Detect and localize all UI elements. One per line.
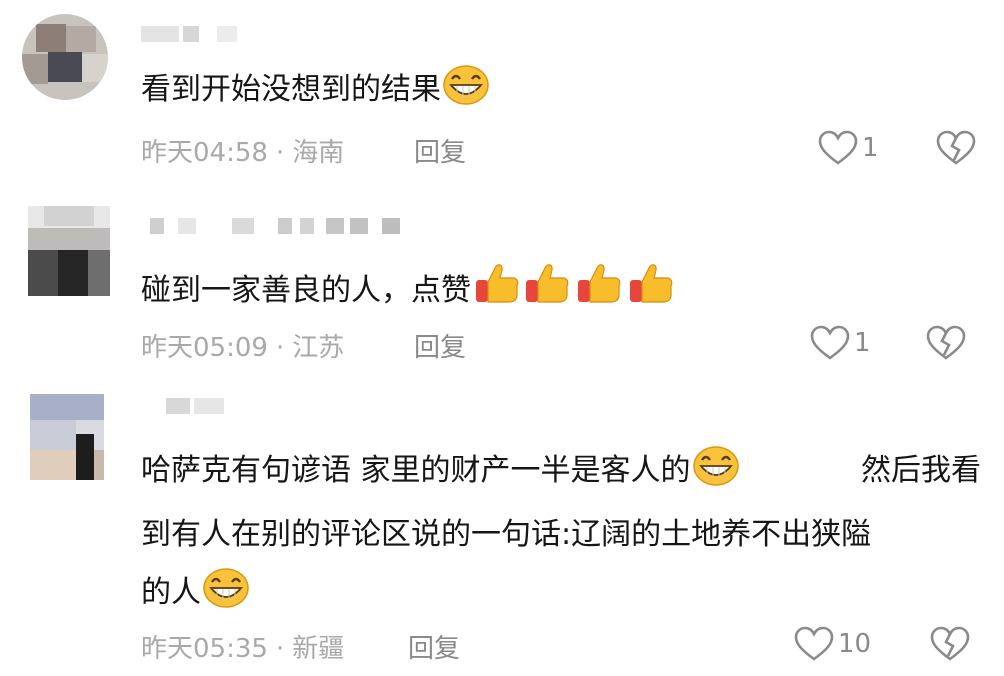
avatar[interactable] (30, 394, 104, 480)
username-blurred (141, 26, 241, 42)
username-blurred (166, 398, 226, 414)
like-button[interactable]: 1 (818, 130, 879, 166)
comment-text-content: 看到开始没想到的结果 (141, 72, 441, 107)
comment-text: 碰到一家善良的人，点赞 (141, 260, 677, 323)
broken-heart-icon (930, 626, 970, 661)
like-button[interactable]: 10 (794, 626, 871, 662)
like-count: 1 (854, 328, 871, 358)
broken-heart-icon (926, 325, 966, 360)
timestamp: 昨天05:35 (141, 634, 268, 664)
heart-outline-icon (818, 130, 858, 165)
comment-text-line-2: 到有人在别的评论区说的一句话:辽阔的土地养不出狭隘 (141, 517, 872, 552)
reply-button[interactable]: 回复 (408, 628, 460, 665)
reply-button[interactable]: 回复 (414, 327, 466, 364)
heart-outline-icon (810, 325, 850, 360)
location: 新疆 (292, 634, 345, 664)
comment-text-content-tail: 然后我看 (861, 453, 981, 488)
comment-text-content: 碰到一家善良的人，点赞 (141, 273, 471, 308)
dislike-button[interactable] (926, 325, 966, 365)
timestamp: 昨天05:09 (141, 333, 268, 363)
like-button[interactable]: 1 (810, 325, 871, 361)
dislike-button[interactable] (936, 130, 976, 170)
comment-text-line-1: 哈萨克有句谚语 家里的财产一半是客人的 然后我看 (141, 445, 981, 503)
reply-button[interactable]: 回复 (414, 132, 466, 169)
avatar[interactable] (22, 14, 108, 100)
avatar[interactable] (28, 206, 110, 296)
separator: · (275, 333, 285, 363)
grinning-emoji-icon (692, 446, 739, 503)
timestamp: 昨天04:58 (141, 138, 268, 168)
heart-outline-icon (794, 626, 834, 661)
grinning-emoji-icon (203, 568, 249, 625)
thumbs-up-emoji-icon (473, 260, 677, 323)
comment-meta: 昨天05:35 · 新疆 (141, 628, 344, 665)
dislike-button[interactable] (930, 626, 970, 666)
comment-text: 哈萨克有句谚语 家里的财产一半是客人的 然后我看 到有人在别的评论区说的一句话:… (141, 445, 981, 625)
broken-heart-icon (936, 130, 976, 165)
username-blurred (150, 218, 410, 234)
comment-text-line-3: 的人 (141, 567, 981, 625)
comment-text: 看到开始没想到的结果 (141, 64, 489, 122)
comment-meta: 昨天05:09 · 江苏 (141, 327, 344, 364)
separator: · (275, 138, 285, 168)
grinning-emoji-icon (443, 65, 489, 122)
comment-text-content: 的人 (141, 575, 201, 610)
location: 海南 (292, 138, 345, 168)
like-count: 10 (838, 629, 872, 659)
like-count: 1 (862, 133, 879, 163)
comment-text-content: 哈萨克有句谚语 家里的财产一半是客人的 (141, 453, 691, 488)
location: 江苏 (292, 333, 345, 363)
comment-meta: 昨天04:58 · 海南 (141, 132, 344, 169)
separator: · (275, 634, 285, 664)
